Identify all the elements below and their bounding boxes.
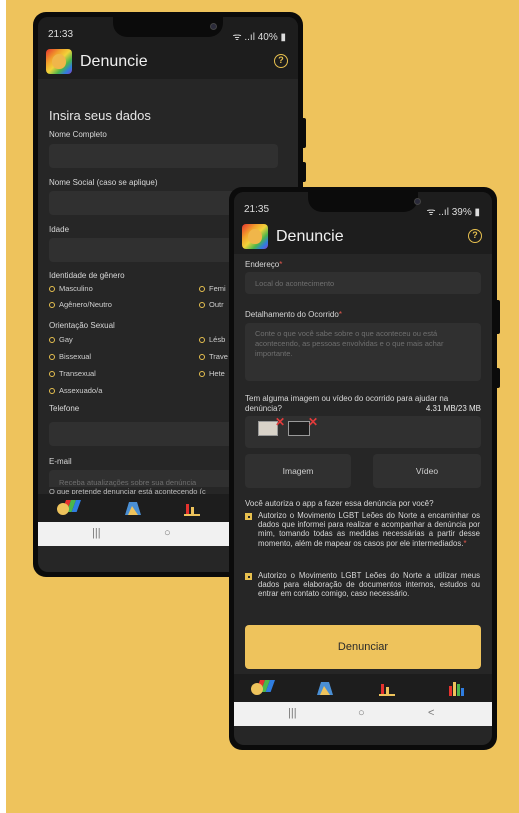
nome-completo-input[interactable] <box>49 144 278 168</box>
map-icon[interactable] <box>124 500 142 516</box>
app-title: Denuncie <box>276 228 344 245</box>
pride-flag-icon[interactable] <box>56 500 82 518</box>
video-button[interactable]: Vídeo <box>373 454 481 488</box>
form-content: Endereço* Local do acontecimento Detalha… <box>234 254 492 674</box>
radio-bissexual[interactable]: Bissexual <box>49 352 91 361</box>
detalhe-label: Detalhamento do Ocorrido* <box>245 310 342 319</box>
back-button[interactable]: < <box>428 707 434 719</box>
chart-icon[interactable] <box>184 500 200 516</box>
remove-video-icon[interactable]: ✕ <box>308 415 318 429</box>
imagem-button[interactable]: Imagem <box>245 454 351 488</box>
radio-lesbica[interactable]: Lésb <box>199 335 225 344</box>
nome-completo-label: Nome Completo <box>49 130 107 139</box>
lion-logo-icon <box>242 224 268 249</box>
idade-label: Idade <box>49 225 70 234</box>
recents-button[interactable]: ||| <box>92 527 101 539</box>
status-battery: ᯤ ..ıl 39% ▮ <box>426 207 480 218</box>
app-bar: Denuncie ? <box>234 220 492 254</box>
telefone-label: Telefone <box>49 404 80 413</box>
home-button[interactable]: ○ <box>358 707 365 719</box>
radio-outro[interactable]: Outr <box>199 300 224 309</box>
radio-hetero[interactable]: Hete <box>199 369 225 378</box>
help-icon[interactable]: ? <box>274 54 288 68</box>
detalhe-placeholder: Conte o que você sabe sobre o que aconte… <box>255 329 444 358</box>
radio-transexual[interactable]: Transexual <box>49 369 96 378</box>
email-label: E-mail <box>49 457 72 466</box>
notch <box>308 192 418 212</box>
recents-button[interactable]: ||| <box>288 707 297 719</box>
system-nav-bar: ||| ○ < <box>234 702 492 726</box>
camera-icon <box>210 23 217 30</box>
stats-icon[interactable] <box>448 680 464 696</box>
app-bar: Denuncie ? <box>38 45 298 79</box>
app-title: Denuncie <box>80 53 148 70</box>
pride-flag-icon[interactable] <box>250 680 276 698</box>
denunciar-button[interactable]: Denunciar <box>245 625 481 669</box>
media-preview-area: ✕ ✕ <box>245 415 481 448</box>
radio-agenero[interactable]: Agênero/Neutro <box>49 300 112 309</box>
nome-social-label: Nome Social (caso se aplique) <box>49 178 158 187</box>
consent2-checkbox[interactable] <box>245 573 252 580</box>
detalhe-textarea[interactable]: Conte o que você sabe sobre o que aconte… <box>245 323 481 381</box>
orientacao-label: Orientação Sexual <box>49 321 115 330</box>
status-battery: ᯤ ..ıl 40% ▮ <box>232 32 286 43</box>
help-icon[interactable]: ? <box>468 229 482 243</box>
map-icon[interactable] <box>316 680 334 696</box>
consent1-text: Autorizo o Movimento LGBT Leões do Norte… <box>258 511 480 548</box>
radio-masculino[interactable]: Masculino <box>49 284 93 293</box>
radio-gay[interactable]: Gay <box>49 335 73 344</box>
status-time: 21:35 <box>244 204 270 215</box>
consent1-checkbox[interactable] <box>245 513 252 520</box>
camera-icon <box>414 198 421 205</box>
consent2-text: Autorizo o Movimento LGBT Leões do Norte… <box>258 571 480 599</box>
lion-logo-icon <box>46 49 72 74</box>
endereco-placeholder: Local do acontecimento <box>255 279 335 288</box>
radio-feminino[interactable]: Femi <box>199 284 226 293</box>
consent-question: Você autoriza o app a fazer essa denúnci… <box>245 499 434 508</box>
identidade-label: Identidade de gênero <box>49 271 125 280</box>
video-thumbnail[interactable] <box>288 421 310 436</box>
phone-2: 21:35 ᯤ ..ıl 39% ▮ Denuncie ? Endereço* … <box>229 187 497 750</box>
endereco-input[interactable]: Local do acontecimento <box>245 272 481 294</box>
radio-travesti[interactable]: Trave <box>199 352 228 361</box>
notch <box>113 17 223 37</box>
phone2-screen: 21:35 ᯤ ..ıl 39% ▮ Denuncie ? Endereço* … <box>234 192 492 745</box>
bottom-nav <box>234 674 492 702</box>
remove-image-icon[interactable]: ✕ <box>275 415 285 429</box>
section-title: Insira seus dados <box>49 108 151 123</box>
radio-assexuado[interactable]: Assexuado/a <box>49 386 102 395</box>
email-placeholder: Receba atualizações sobre sua denúncia <box>59 478 197 487</box>
media-size: 4.31 MB/23 MB <box>425 404 481 413</box>
status-time: 21:33 <box>48 29 74 40</box>
endereco-label: Endereço* <box>245 260 283 269</box>
chart-icon[interactable] <box>379 680 395 696</box>
home-button[interactable]: ○ <box>164 527 171 539</box>
